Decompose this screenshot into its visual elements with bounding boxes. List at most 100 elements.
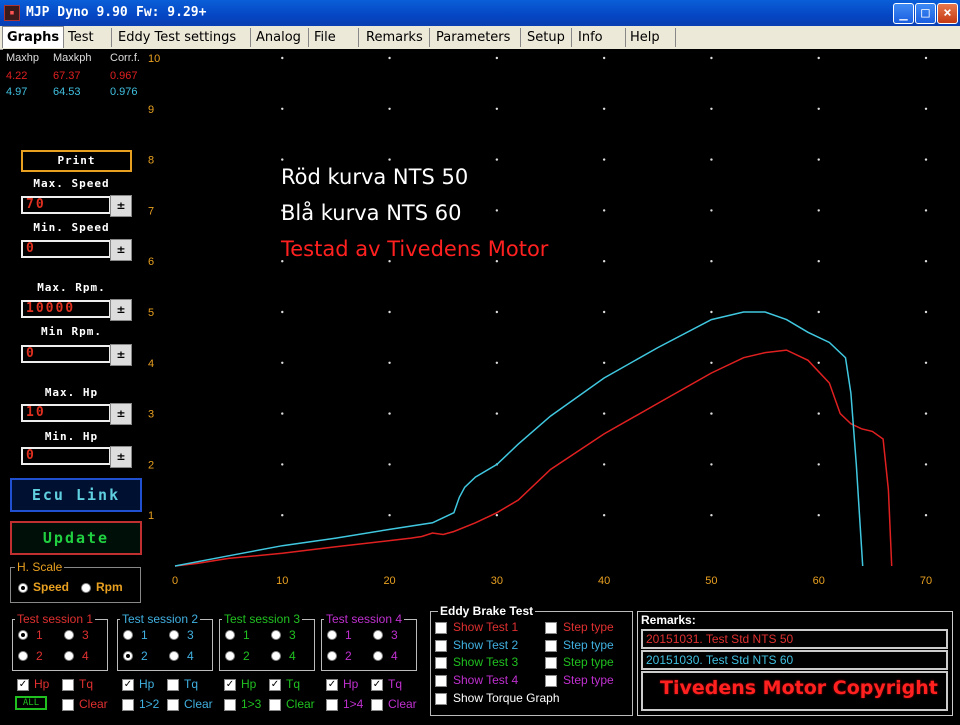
maxkph-value: 64.53 [53,86,81,98]
show-test-checkbox[interactable] [435,622,447,634]
min-rpm-field[interactable]: 0 [21,345,111,363]
compare-checkbox[interactable] [326,699,338,711]
session-radio[interactable] [225,651,235,661]
spin-icon[interactable]: ± [110,299,132,321]
close-button[interactable]: × [937,3,958,24]
clear-checkbox[interactable] [167,699,179,711]
session-radio[interactable] [271,630,281,640]
tq-checkbox[interactable]: ✓ [269,679,281,691]
session-group [12,619,108,671]
grid-dot [388,412,391,415]
spin-icon[interactable]: ± [110,195,132,217]
spin-icon[interactable]: ± [110,239,132,261]
session-radio[interactable] [169,630,179,640]
maximize-button[interactable]: □ [915,3,936,24]
tab-setup[interactable]: Setup [523,28,572,47]
show-test-checkbox[interactable] [435,674,447,687]
remark-line-1[interactable]: 20151031. Test Std NTS 50 [641,629,948,649]
hp-checkbox[interactable]: ✓ [17,679,29,691]
all-button[interactable]: ALL [15,696,47,710]
compare-checkbox[interactable] [122,699,134,711]
hp-checkbox[interactable]: ✓ [326,679,338,691]
step-type-checkbox[interactable] [545,639,557,652]
session-radio[interactable] [373,630,383,640]
window-title: MJP Dyno 9.90 [26,5,128,20]
ecu-link-button[interactable]: Ecu Link [10,478,142,512]
torque-graph-checkbox[interactable] [435,693,447,705]
spin-icon[interactable]: ± [110,403,132,425]
session-radio[interactable] [373,651,383,661]
step-type-checkbox[interactable] [545,657,557,669]
step-type-label: Step type [563,655,614,669]
session-radio[interactable] [327,630,337,640]
step-type-checkbox[interactable] [545,622,557,634]
tab-file[interactable]: File [310,28,359,47]
clear-checkbox[interactable] [62,699,74,711]
show-test-checkbox[interactable] [435,657,447,669]
tq-checkbox[interactable]: ✓ [371,679,383,691]
session-radio-label: 1 [345,628,352,642]
clear-checkbox[interactable] [269,699,281,711]
session-radio[interactable] [169,651,179,661]
max-hp-label: Max. Hp [44,386,99,399]
rpm-radio[interactable] [81,583,91,593]
session-radio-label: 3 [391,628,398,642]
session-radio[interactable] [123,651,133,661]
session-radio[interactable] [271,651,281,661]
tq-checkbox[interactable] [167,679,179,691]
hp-checkbox[interactable]: ✓ [122,679,134,691]
grid-dot [710,107,713,110]
tab-help[interactable]: Help [626,28,676,47]
grid-dot [602,209,606,212]
grid-dot [281,107,284,110]
app-icon[interactable]: ▪ [4,5,20,21]
show-test-checkbox[interactable] [435,639,447,652]
grid-dot [924,463,928,466]
min-speed-field[interactable]: 0 [21,240,111,258]
spin-icon[interactable]: ± [110,344,132,366]
compare-label: 1>4 [343,697,364,711]
spin-icon[interactable]: ± [110,446,132,468]
tab-info[interactable]: Info [574,28,626,47]
max-rpm-field[interactable]: 10000 [21,300,111,318]
min-hp-field[interactable]: 0 [21,447,111,465]
minimize-button[interactable]: _ [893,3,914,24]
annotation-tested-by: Testad av Tivedens Motor [281,237,549,261]
step-type-checkbox[interactable] [545,674,557,687]
firmware-label: Fw: 9.29+ [136,5,207,20]
grid-dot [602,158,606,161]
maxkph-header: Maxkph [53,52,92,64]
print-button[interactable]: Print [21,150,132,172]
y-tick-label: 5 [148,307,154,319]
grid-dot [924,209,928,212]
tab-graphs[interactable]: Graphs [2,26,64,48]
session-radio[interactable] [64,630,74,640]
update-button[interactable]: Update [10,521,142,555]
tab-analog[interactable]: Analog [252,28,309,47]
maxhp-header: Maxhp [6,52,40,64]
session-radio[interactable] [225,630,235,640]
grid-dot [495,107,499,110]
clear-checkbox[interactable] [371,699,383,711]
grid-dot [710,310,713,314]
speed-radio[interactable] [18,583,28,593]
session-radio[interactable] [64,651,74,661]
remark-line-2[interactable]: 20151030. Test Std NTS 60 [641,650,948,670]
session-radio[interactable] [18,651,28,661]
control-panel: Maxhp Maxkph Corr.f. 4.22 67.37 0.967 4.… [3,49,146,609]
session-radio[interactable] [327,651,337,661]
tab-eddy-test-settings[interactable]: Eddy Test settings [114,28,251,47]
tab-remarks[interactable]: Remarks [362,28,430,47]
session-radio[interactable] [18,630,28,640]
max-hp-field[interactable]: 10 [21,404,111,422]
session-radio[interactable] [123,630,133,640]
x-tick-label: 30 [491,575,503,587]
max-speed-field[interactable]: 70 [21,196,111,214]
tq-checkbox[interactable] [62,679,74,691]
hp-checkbox[interactable]: ✓ [224,679,236,691]
tab-parameters[interactable]: Parameters [432,28,521,47]
corr-value: 0.976 [110,86,138,98]
compare-checkbox[interactable] [224,699,236,711]
session-radio-label: 3 [289,628,296,642]
tab-test[interactable]: Test [64,28,112,47]
